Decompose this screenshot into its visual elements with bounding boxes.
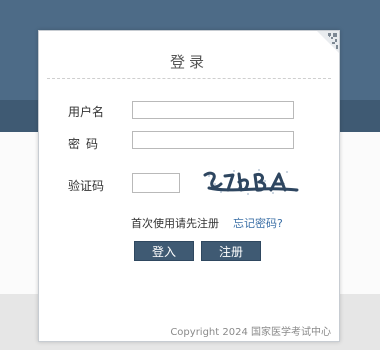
login-button[interactable]: 登入: [134, 241, 194, 261]
forgot-password-link[interactable]: 忘记密码?: [233, 215, 283, 231]
login-dialog: 登录 用户名 密码 验证码 首次使用请先注册 忘记密码? 登入 注册 Copyr…: [38, 30, 340, 342]
captcha-image[interactable]: [201, 166, 301, 198]
first-use-text: 首次使用请先注册: [131, 217, 219, 230]
username-input[interactable]: [132, 101, 294, 119]
password-label: 密码: [68, 137, 105, 151]
captcha-input[interactable]: [132, 173, 180, 193]
password-input[interactable]: [132, 131, 294, 149]
captcha-label: 验证码: [68, 179, 105, 193]
title-divider: [47, 78, 331, 79]
copyright-text: Copyright 2024 国家医学考试中心: [170, 327, 331, 338]
dialog-title: 登录: [169, 53, 208, 71]
username-label: 用户名: [68, 105, 105, 119]
qr-code-icon[interactable]: [317, 31, 339, 53]
register-button[interactable]: 注册: [201, 241, 261, 261]
